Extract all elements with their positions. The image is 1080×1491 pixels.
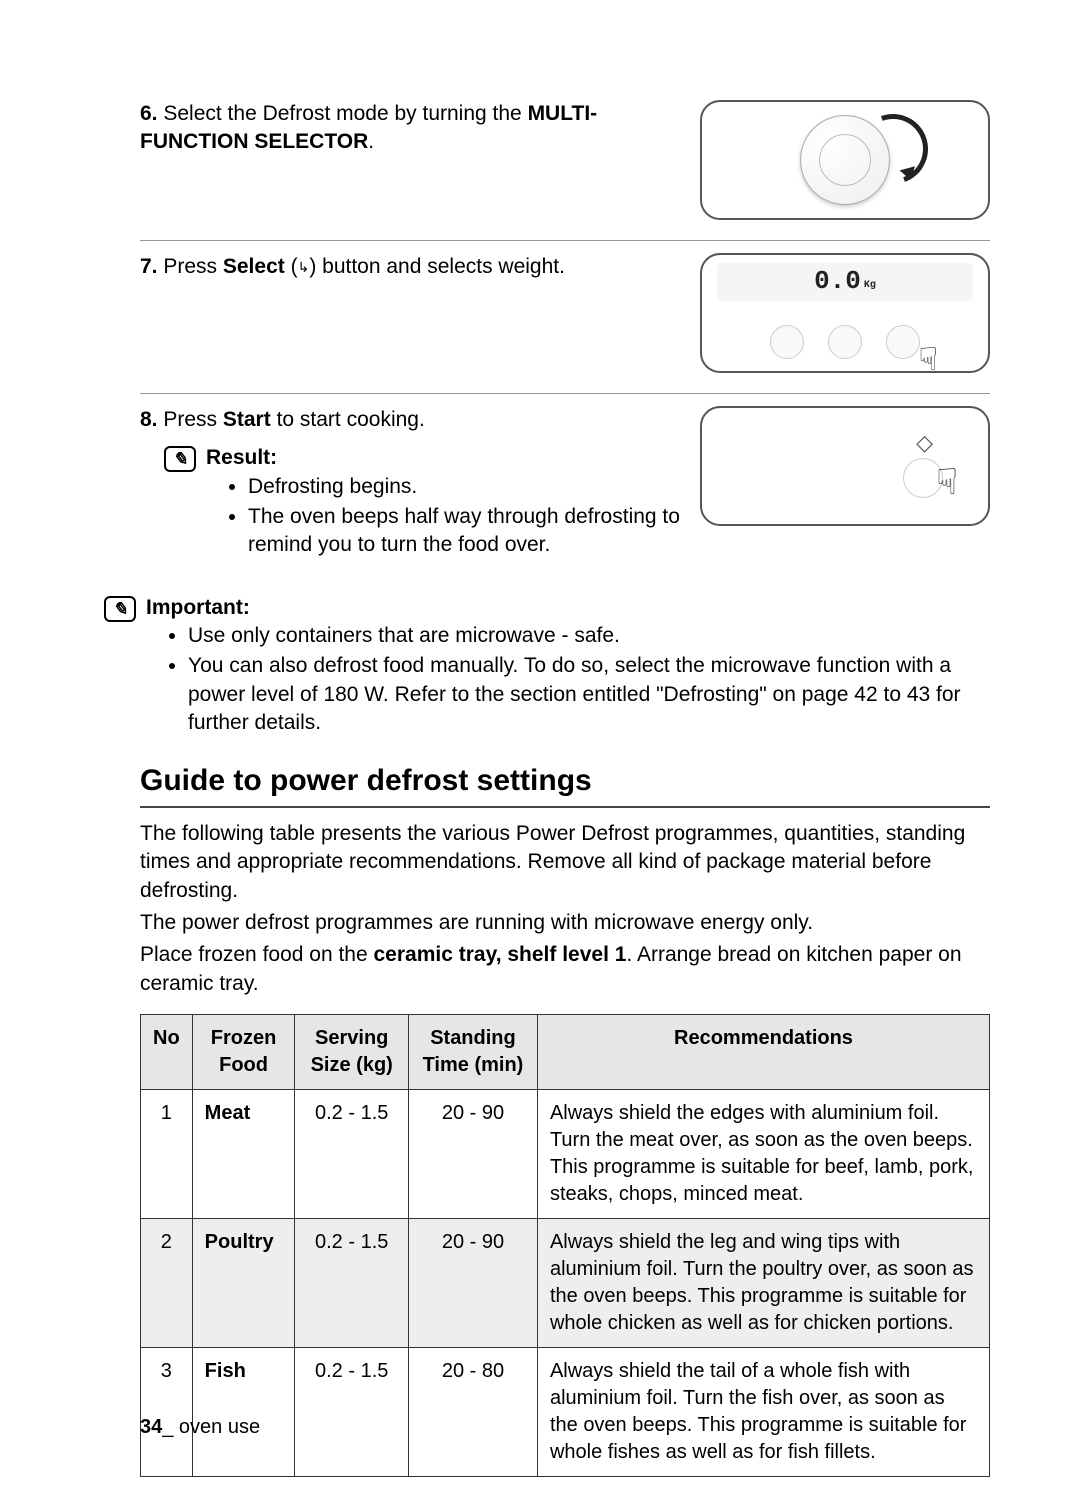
- table-header-row: No Frozen Food Serving Size (kg) Standin…: [141, 1015, 990, 1090]
- weight-display: 0.0 Kg: [717, 263, 973, 301]
- start-diamond-icon: ◇: [916, 428, 933, 458]
- th-time: Standing Time (min): [408, 1015, 537, 1090]
- footer-section: oven use: [173, 1416, 260, 1438]
- result-content: Result: Defrosting begins. The oven beep…: [206, 444, 680, 561]
- result-item-1: Defrosting begins.: [248, 473, 680, 501]
- cell-size: 0.2 - 1.5: [295, 1090, 409, 1219]
- th-size: Serving Size (kg): [295, 1015, 409, 1090]
- footer-sep: _: [162, 1416, 173, 1438]
- circle-button-icon: [828, 325, 862, 359]
- guide-intro-3b: ceramic tray, shelf level 1: [374, 943, 627, 966]
- step-7-num: 7.: [140, 255, 158, 278]
- cell-food: Meat: [192, 1090, 295, 1219]
- guide-intro-3: Place frozen food on the ceramic tray, s…: [140, 941, 990, 998]
- step-7: 7. Press Select (↳) button and selects w…: [140, 253, 990, 394]
- step-6-body-before: Select the Defrost mode by turning the: [163, 102, 527, 125]
- th-no: No: [141, 1015, 193, 1090]
- step-6-text: 6. Select the Defrost mode by turning th…: [140, 100, 700, 157]
- select-button-icon: ↳: [298, 259, 310, 275]
- result-list: Defrosting begins. The oven beeps half w…: [206, 473, 680, 560]
- step-6-illustration: [700, 100, 990, 220]
- weight-value: 0.0: [814, 264, 861, 299]
- important-list: Use only containers that are microwave -…: [146, 622, 990, 737]
- th-food: Frozen Food: [192, 1015, 295, 1090]
- step-8-num: 8.: [140, 408, 158, 431]
- cell-size: 0.2 - 1.5: [295, 1219, 409, 1348]
- defrost-table: No Frozen Food Serving Size (kg) Standin…: [140, 1014, 990, 1477]
- cell-rec: Always shield the edges with aluminium f…: [537, 1090, 989, 1219]
- cell-no: 2: [141, 1219, 193, 1348]
- guide-heading: Guide to power defrost settings: [140, 761, 990, 808]
- step-7-illustration: 0.0 Kg ☟: [700, 253, 990, 373]
- guide-intro-2: The power defrost programmes are running…: [140, 909, 990, 937]
- step-7-select: Select: [223, 255, 285, 278]
- step-7-after: ) button and selects weight.: [309, 255, 565, 278]
- circle-button-icon: [886, 325, 920, 359]
- table-row: 2 Poultry 0.2 - 1.5 20 - 90 Always shiel…: [141, 1219, 990, 1348]
- cell-food: Poultry: [192, 1219, 295, 1348]
- cell-rec: Always shield the leg and wing tips with…: [537, 1219, 989, 1348]
- step-6: 6. Select the Defrost mode by turning th…: [140, 100, 990, 241]
- important-content: Important: Use only containers that are …: [146, 594, 990, 740]
- step-7-mid: (: [285, 255, 298, 278]
- result-item-2: The oven beeps half way through defrosti…: [248, 503, 680, 560]
- step-6-num: 6.: [140, 102, 158, 125]
- step-8-text: 8. Press Start to start cooking. ✎ Resul…: [140, 406, 700, 562]
- important-item-2: You can also defrost food manually. To d…: [188, 652, 990, 737]
- important-block: ✎ Important: Use only containers that ar…: [104, 594, 990, 740]
- result-title: Result:: [206, 444, 680, 472]
- hand-tap-icon: ☟: [919, 338, 938, 381]
- page-number: 34: [140, 1416, 162, 1438]
- step-7-text: 7. Press Select (↳) button and selects w…: [140, 253, 700, 281]
- step-8: 8. Press Start to start cooking. ✎ Resul…: [140, 406, 990, 582]
- important-title: Important:: [146, 594, 990, 622]
- cell-time: 20 - 80: [408, 1348, 537, 1477]
- step-8-bold: Start: [223, 408, 271, 431]
- step-7-before: Press: [163, 255, 223, 278]
- th-rec: Recommendations: [537, 1015, 989, 1090]
- cell-time: 20 - 90: [408, 1219, 537, 1348]
- step-8-after: to start cooking.: [271, 408, 425, 431]
- step-6-body-after: .: [368, 130, 374, 153]
- cell-no: 1: [141, 1090, 193, 1219]
- circle-button-icon: [770, 325, 804, 359]
- cell-no: 3: [141, 1348, 193, 1477]
- note-icon: ✎: [164, 446, 196, 472]
- guide-intro-1: The following table presents the various…: [140, 820, 990, 905]
- weight-unit: Kg: [864, 279, 876, 293]
- cell-rec: Always shield the tail of a whole fish w…: [537, 1348, 989, 1477]
- cell-time: 20 - 90: [408, 1090, 537, 1219]
- hand-tap-icon: ☟: [936, 458, 958, 507]
- page-footer: 34_ oven use: [140, 1414, 260, 1441]
- important-item-1: Use only containers that are microwave -…: [188, 622, 990, 650]
- button-row: [702, 325, 988, 359]
- cell-food: Fish: [192, 1348, 295, 1477]
- table-row: 1 Meat 0.2 - 1.5 20 - 90 Always shield t…: [141, 1090, 990, 1219]
- table-row: 3 Fish 0.2 - 1.5 20 - 80 Always shield t…: [141, 1348, 990, 1477]
- step-8-before: Press: [163, 408, 223, 431]
- note-icon: ✎: [104, 596, 136, 622]
- cell-size: 0.2 - 1.5: [295, 1348, 409, 1477]
- guide-intro-3a: Place frozen food on the: [140, 943, 374, 966]
- step-8-illustration: ◇ ☟: [700, 406, 990, 526]
- result-block: ✎ Result: Defrosting begins. The oven be…: [164, 444, 680, 561]
